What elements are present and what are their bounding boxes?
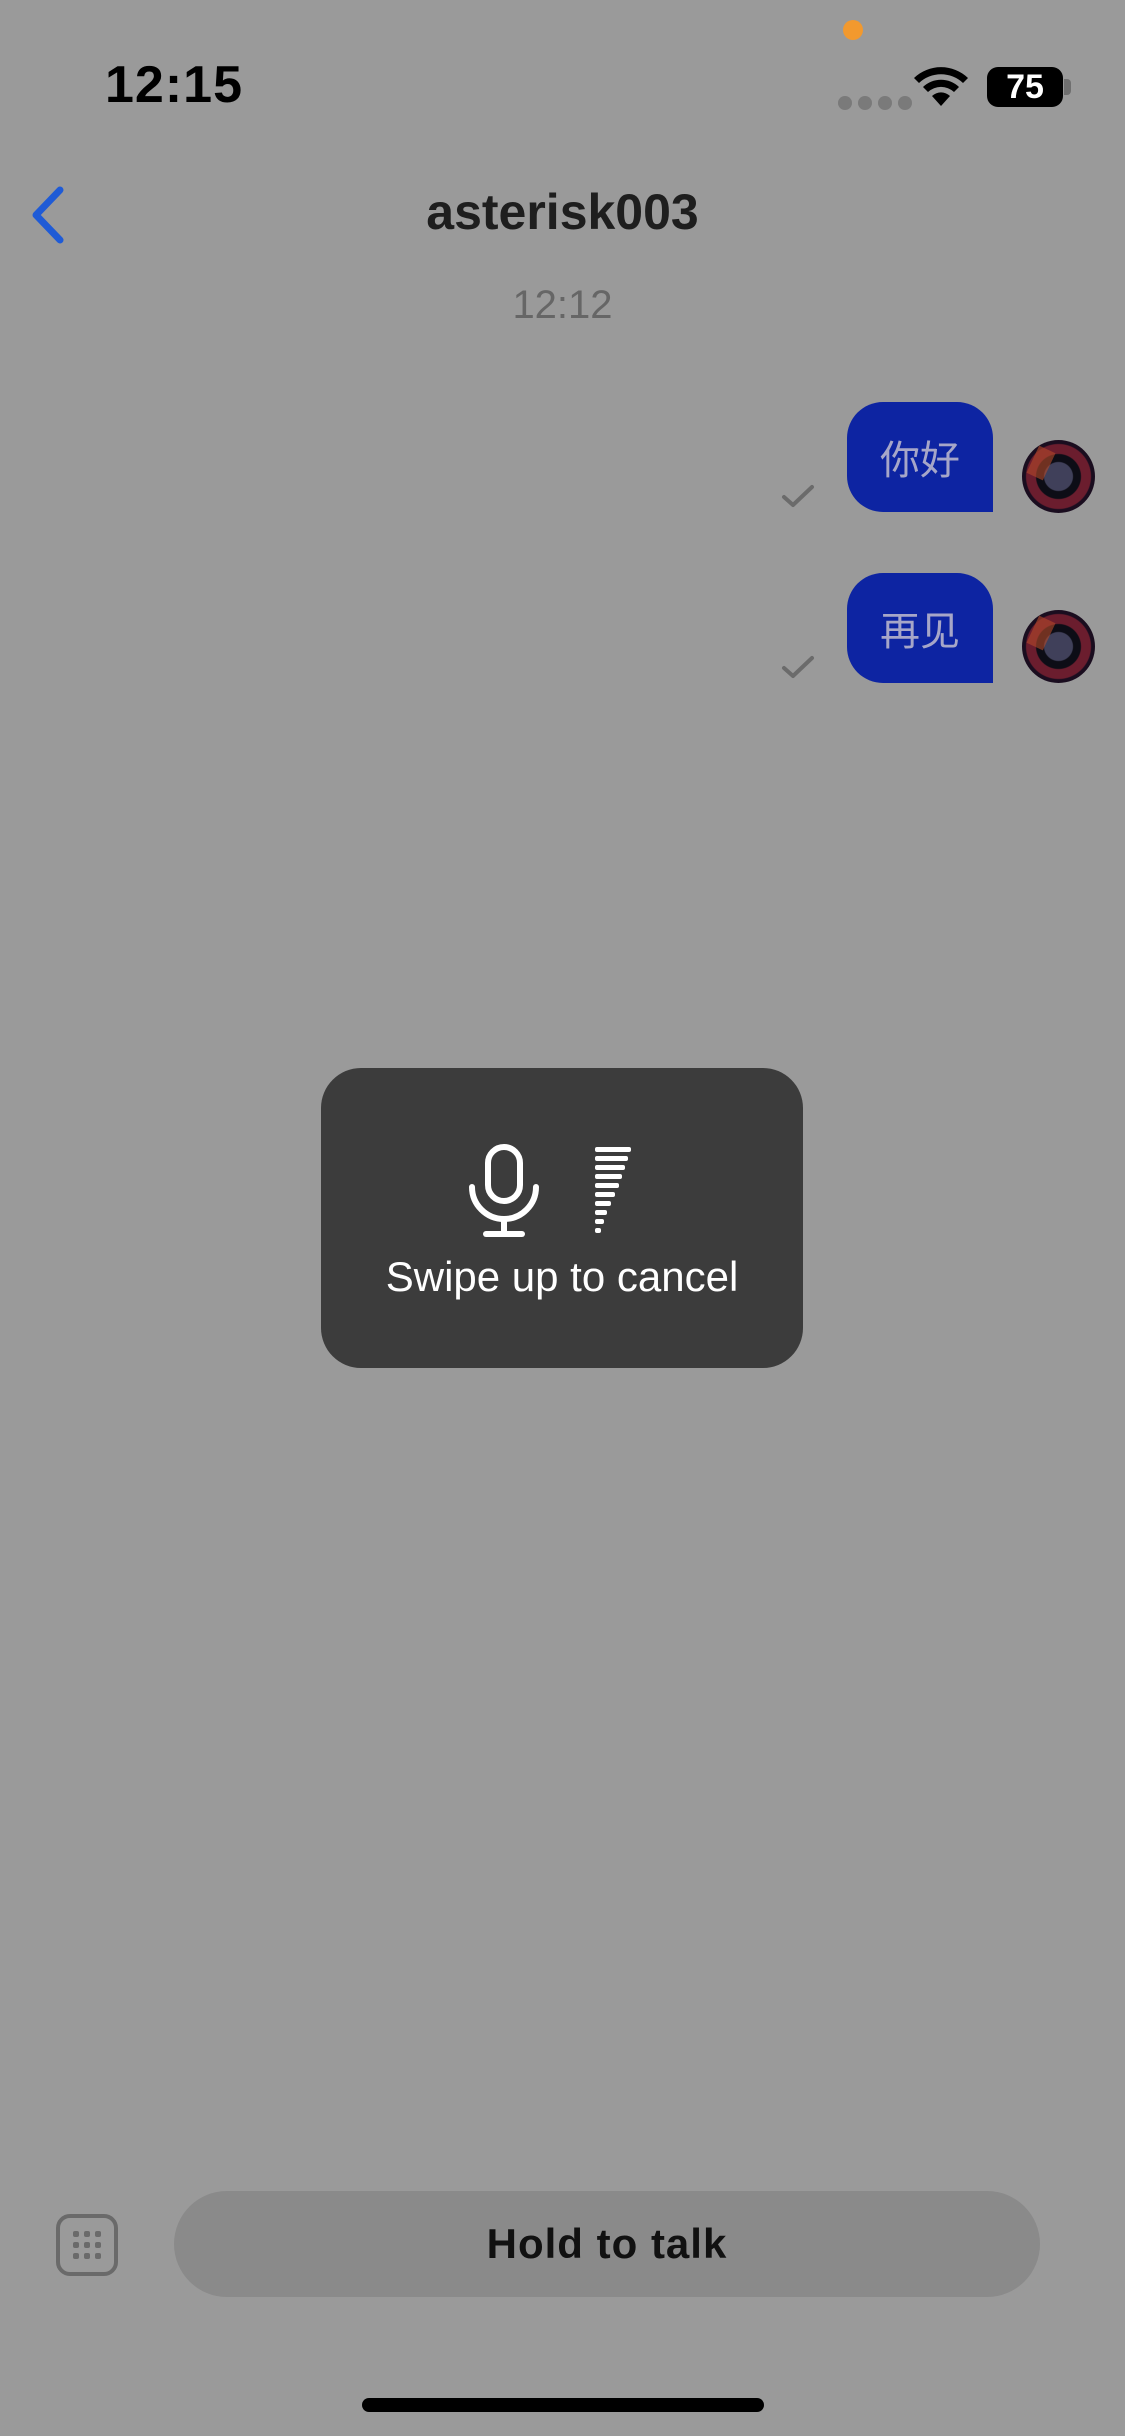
battery-tip (1064, 79, 1071, 95)
mic-privacy-indicator (843, 20, 863, 40)
battery-level: 75 (1006, 67, 1044, 106)
status-time: 12:15 (105, 56, 243, 114)
checkmark-icon (782, 656, 814, 678)
message-bubble[interactable]: 你好 (847, 402, 993, 512)
home-indicator[interactable] (362, 2398, 764, 2412)
message-text: 你好 (880, 438, 960, 484)
chat-title: asterisk003 (426, 184, 699, 240)
keyboard-icon[interactable] (56, 2214, 118, 2276)
message-text: 再见 (880, 609, 960, 655)
checkmark-icon (782, 485, 814, 507)
avatar[interactable] (1022, 610, 1095, 683)
chat-screen: 12:15 75 asterisk003 12:12 你好 再见 Swipe u… (0, 0, 1125, 2436)
volume-level-icon (595, 1147, 631, 1233)
message-timestamp: 12:12 (512, 283, 613, 327)
microphone-icon (469, 1144, 539, 1237)
recording-overlay: Swipe up to cancel (321, 1068, 803, 1368)
signal-dots-icon (838, 96, 912, 110)
hold-to-talk-button[interactable]: Hold to talk (174, 2191, 1040, 2297)
avatar[interactable] (1022, 440, 1095, 513)
battery-icon: 75 (987, 67, 1063, 107)
message-bubble[interactable]: 再见 (847, 573, 993, 683)
swipe-cancel-hint: Swipe up to cancel (385, 1253, 739, 1300)
wifi-icon (914, 67, 968, 106)
